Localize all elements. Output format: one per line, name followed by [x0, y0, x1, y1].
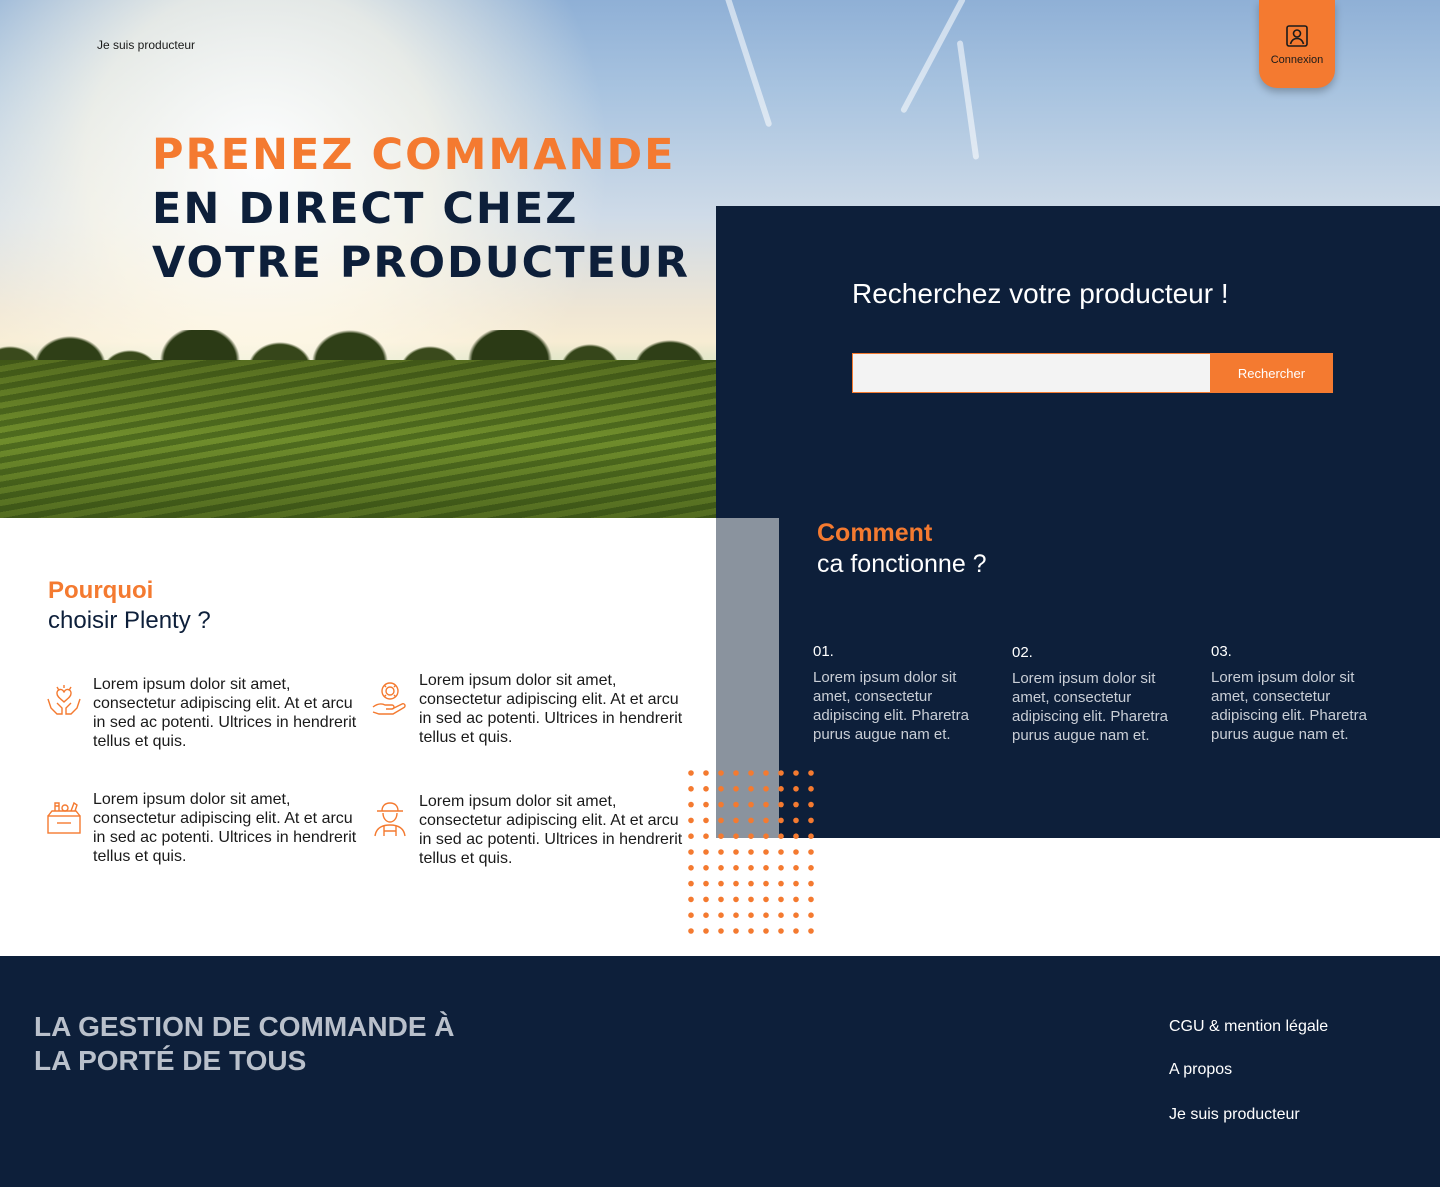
- footer-nav: CGU & mention légale A propos Je suis pr…: [1169, 1018, 1328, 1124]
- flower-hand-icon: [372, 682, 406, 715]
- step-number: 03.: [1211, 643, 1232, 660]
- hero-title: Prenez commande en direct chez votre pro…: [152, 128, 690, 290]
- hero-title-line2: en direct chez: [152, 184, 579, 234]
- contrail: [723, 0, 773, 128]
- contrail: [956, 40, 980, 160]
- hero-title-line1: Prenez commande: [152, 130, 676, 180]
- hero-title-line3: votre producteur: [152, 238, 690, 288]
- step-item: 03. Lorem ipsum dolor sit amet, consecte…: [1211, 643, 1396, 744]
- step-item: 01. Lorem ipsum dolor sit amet, consecte…: [813, 643, 998, 744]
- footer-tagline: La gestion de commande à la porté de tou…: [34, 1011, 455, 1076]
- footer-link-producer[interactable]: Je suis producteur: [1169, 1106, 1328, 1124]
- feature-item: Lorem ipsum dolor sit amet, consectetur …: [47, 675, 363, 751]
- why-title-rest: choisir Plenty ?: [48, 607, 211, 634]
- feature-item: Lorem ipsum dolor sit amet, consectetur …: [374, 792, 689, 868]
- step-number: 01.: [813, 643, 834, 660]
- search-input[interactable]: [852, 353, 1212, 393]
- search-title: Recherchez votre producteur !: [852, 278, 1229, 309]
- why-title-accent: Pourquoi: [48, 577, 154, 604]
- step-number: 02.: [1012, 644, 1033, 661]
- farmer-icon: [374, 802, 406, 837]
- contrail: [899, 0, 967, 114]
- step-text: Lorem ipsum dolor sit amet, consectetur …: [1211, 669, 1367, 743]
- feature-text: Lorem ipsum dolor sit amet, consectetur …: [93, 676, 357, 750]
- how-title-rest: ca fonctionne ?: [817, 550, 987, 578]
- login-button[interactable]: Connexion: [1259, 0, 1335, 88]
- why-title: Pourquoi choisir Plenty ?: [48, 576, 211, 636]
- crop-field-shade: [0, 360, 716, 518]
- producer-link[interactable]: Je suis producteur: [97, 38, 195, 52]
- footer-link-cgu[interactable]: CGU & mention légale: [1169, 1018, 1328, 1036]
- feature-item: Lorem ipsum dolor sit amet, consectetur …: [372, 671, 689, 747]
- search-button[interactable]: Rechercher: [1210, 353, 1333, 393]
- step-item: 02. Lorem ipsum dolor sit amet, consecte…: [1012, 644, 1197, 745]
- step-text: Lorem ipsum dolor sit amet, consectetur …: [813, 669, 969, 743]
- dot-pattern: [688, 770, 814, 934]
- heart-hands-icon: [47, 685, 81, 715]
- how-it-works-title: Comment ca fonctionne ?: [817, 518, 987, 580]
- login-label: Connexion: [1270, 54, 1324, 66]
- feature-text: Lorem ipsum dolor sit amet, consectetur …: [419, 793, 683, 867]
- footer-link-about[interactable]: A propos: [1169, 1061, 1328, 1079]
- feature-text: Lorem ipsum dolor sit amet, consectetur …: [419, 672, 683, 746]
- feature-text: Lorem ipsum dolor sit amet, consectetur …: [93, 791, 357, 865]
- feature-item: Lorem ipsum dolor sit amet, consectetur …: [47, 790, 363, 866]
- how-title-accent: Comment: [817, 519, 933, 547]
- footer: La gestion de commande à la porté de tou…: [0, 956, 1440, 1187]
- user-icon: [1286, 25, 1308, 47]
- step-text: Lorem ipsum dolor sit amet, consectetur …: [1012, 670, 1168, 744]
- produce-box-icon: [47, 801, 81, 834]
